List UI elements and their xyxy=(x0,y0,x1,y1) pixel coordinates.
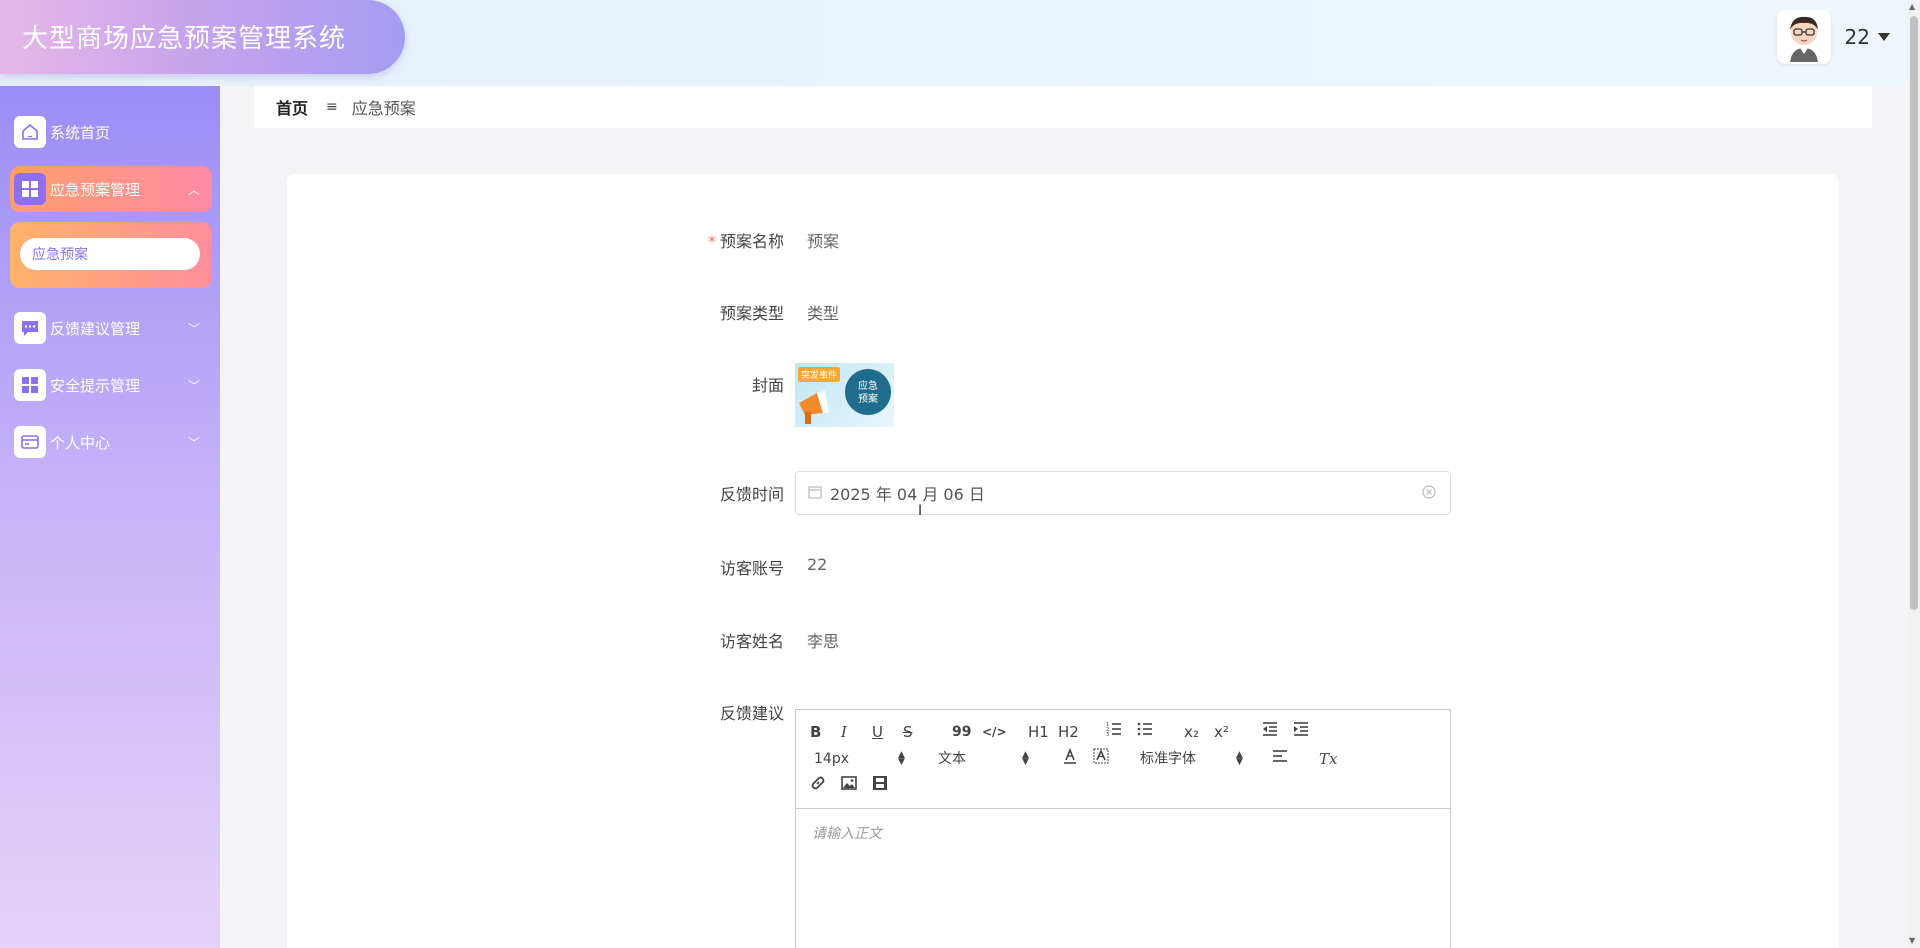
submenu: 应急预案 xyxy=(10,222,212,288)
select-arrows-icon: ▲ ▼ xyxy=(1236,750,1243,767)
feedback-time-value: 2025 年 04 月 06 日 xyxy=(830,485,985,504)
submenu-item-emergency-plan[interactable]: 应急预案 xyxy=(20,238,200,270)
heading-select[interactable]: 文本 xyxy=(938,748,966,770)
calendar-icon xyxy=(808,484,822,503)
app-title: 大型商场应急预案管理系统 xyxy=(22,24,347,54)
logo-banner: 大型商场应急预案管理系统 xyxy=(0,0,405,74)
sidebar-item-label: 系统首页 xyxy=(50,123,111,142)
bold-button[interactable]: B xyxy=(810,721,821,743)
h2-button[interactable]: H2 xyxy=(1058,721,1079,743)
feedback-label: 反馈建议 xyxy=(719,704,784,723)
select-arrows-icon: ▲ ▼ xyxy=(898,750,905,767)
link-icon[interactable] xyxy=(810,775,826,797)
cover-bubble: 应急 预案 xyxy=(845,369,891,415)
sidebar-item-feedback[interactable]: 反馈建议管理 ﹀ xyxy=(10,305,212,351)
font-size-select[interactable]: 14px xyxy=(814,748,849,770)
rich-text-editor: B I U S 99 </> H1 H2 123 x₂ x² 14px ▲ ▼ 文… xyxy=(795,709,1451,948)
clear-icon[interactable] xyxy=(1422,484,1436,503)
sidebar-item-emergency-plans[interactable]: 应急预案管理 ︿ xyxy=(10,166,212,212)
indent-icon[interactable] xyxy=(1293,721,1309,743)
italic-button[interactable]: I xyxy=(841,721,847,743)
breadcrumb-home[interactable]: 首页 xyxy=(276,95,308,119)
clear-format-button[interactable]: Tx xyxy=(1319,748,1337,770)
scroll-up-icon[interactable]: ▲ xyxy=(1909,2,1915,11)
chat-icon xyxy=(14,312,46,344)
plan-name-value[interactable]: 预案 xyxy=(807,228,839,252)
breadcrumb-separator: ≡ xyxy=(326,99,338,115)
editor-toolbar: B I U S 99 </> H1 H2 123 x₂ x² 14px ▲ ▼ 文… xyxy=(796,710,1450,809)
chevron-down-icon: ﹀ xyxy=(187,378,200,393)
image-icon[interactable] xyxy=(841,775,857,797)
strike-button[interactable]: S xyxy=(903,721,913,743)
breadcrumb: 首页 ≡ 应急预案 xyxy=(254,86,1872,128)
home-icon xyxy=(14,116,46,148)
plan-name-label: * 预案名称 xyxy=(707,232,784,251)
sidebar-item-safety-tips[interactable]: 安全提示管理 ﹀ xyxy=(10,362,212,408)
feedback-time-picker[interactable]: 2025 年 04 月 06 日 xyxy=(795,471,1451,515)
feedback-time-label: 反馈时间 xyxy=(719,485,784,504)
visitor-account-value[interactable]: 22 xyxy=(807,555,827,574)
sidebar-item-label: 个人中心 xyxy=(50,433,111,452)
sidebar xyxy=(0,86,220,948)
chevron-up-icon: ︿ xyxy=(187,182,200,197)
svg-text:3: 3 xyxy=(1106,732,1109,737)
bullet-list-icon[interactable] xyxy=(1137,721,1153,743)
font-family-select[interactable]: 标准字体 xyxy=(1140,748,1196,770)
underline-button[interactable]: U xyxy=(872,721,883,743)
page-scrollbar[interactable]: ▲ ▼ xyxy=(1908,0,1920,948)
plan-type-label: 预案类型 xyxy=(719,304,784,323)
sidebar-item-label: 应急预案管理 xyxy=(50,180,141,199)
ordered-list-icon[interactable]: 123 xyxy=(1106,721,1122,743)
sidebar-item-label: 安全提示管理 xyxy=(50,376,141,395)
subscript-button[interactable]: x₂ xyxy=(1184,721,1199,743)
superscript-button[interactable]: x² xyxy=(1214,721,1229,743)
editor-content[interactable]: 请输入正文 xyxy=(796,809,1450,857)
card-icon xyxy=(14,426,46,458)
caret-down-icon[interactable] xyxy=(1878,33,1890,41)
plan-type-value[interactable]: 类型 xyxy=(807,300,839,324)
h1-button[interactable]: H1 xyxy=(1028,721,1049,743)
visitor-name-label: 访客姓名 xyxy=(719,632,784,651)
chevron-down-icon: ﹀ xyxy=(187,435,200,450)
user-menu[interactable]: 22 xyxy=(1776,10,1890,64)
chevron-down-icon: ﹀ xyxy=(187,321,200,336)
select-arrows-icon: ▲ ▼ xyxy=(1022,750,1029,767)
align-icon[interactable] xyxy=(1272,748,1288,770)
cover-image[interactable]: 突发事件 应急 预案 xyxy=(795,363,894,427)
background-color-icon[interactable] xyxy=(1093,748,1109,770)
video-icon[interactable] xyxy=(872,775,888,797)
sidebar-item-home[interactable]: 系统首页 xyxy=(10,109,212,155)
visitor-name-value[interactable]: 李思 xyxy=(807,628,839,652)
quote-button[interactable]: 99 xyxy=(952,721,971,743)
code-button[interactable]: </> xyxy=(982,721,1007,743)
breadcrumb-current: 应急预案 xyxy=(351,99,416,118)
header: 大型商场应急预案管理系统 22 xyxy=(0,0,1920,86)
required-mark: * xyxy=(707,232,716,251)
grid-icon xyxy=(14,173,46,205)
sidebar-item-personal-center[interactable]: 个人中心 ﹀ xyxy=(10,419,212,465)
sidebar-item-label: 反馈建议管理 xyxy=(50,319,141,338)
scroll-thumb[interactable] xyxy=(1910,16,1918,610)
scroll-down-icon[interactable]: ▼ xyxy=(1909,936,1915,945)
visitor-account-label: 访客账号 xyxy=(719,559,784,578)
font-color-icon[interactable] xyxy=(1062,747,1078,770)
text-cursor-icon: I xyxy=(918,503,923,519)
avatar[interactable] xyxy=(1776,10,1831,64)
avatar-icon xyxy=(1789,16,1818,62)
cover-label: 封面 xyxy=(751,376,784,395)
user-name[interactable]: 22 xyxy=(1845,25,1870,49)
outdent-icon[interactable] xyxy=(1262,721,1278,743)
grid-icon xyxy=(14,369,46,401)
